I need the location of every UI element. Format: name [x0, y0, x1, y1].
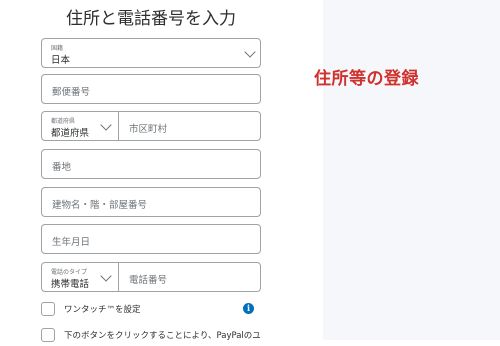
prefecture-select[interactable]: 都道府県 都道府県	[42, 112, 118, 140]
country-select-value: 日本	[51, 55, 71, 66]
phone-number-placeholder: 電話番号	[129, 275, 168, 286]
country-select[interactable]: 国籍 日本	[41, 38, 261, 68]
postal-code-placeholder: 郵便番号	[52, 87, 91, 98]
right-panel	[323, 0, 500, 340]
birthdate-placeholder: 生年月日	[52, 237, 91, 248]
prefecture-select-value: 都道府県	[51, 128, 90, 139]
chevron-down-icon	[100, 270, 112, 282]
city-placeholder: 市区町村	[129, 124, 168, 135]
city-input[interactable]: 市区町村	[119, 112, 260, 140]
street-placeholder: 番地	[52, 162, 72, 173]
phone-type-label: 電話のタイプ	[51, 269, 88, 276]
phone-number-input[interactable]: 電話番号	[119, 263, 260, 291]
birthdate-input[interactable]: 生年月日	[41, 224, 261, 254]
phone-type-select[interactable]: 電話のタイプ 携帯電話	[42, 263, 118, 291]
info-icon[interactable]: i	[243, 303, 254, 314]
postal-code-input[interactable]: 郵便番号	[41, 74, 261, 104]
consent-row: 下のボタンをクリックすることにより、PayPalのユ	[41, 328, 271, 346]
one-touch-checkbox[interactable]	[41, 302, 55, 316]
chevron-down-icon	[244, 46, 256, 58]
building-input[interactable]: 建物名・階・部屋番号	[41, 187, 261, 217]
consent-label: 下のボタンをクリックすることにより、PayPalのユ	[64, 331, 261, 341]
annotation-label: 住所等の登録	[314, 69, 419, 89]
street-input[interactable]: 番地	[41, 149, 261, 179]
phone-group: 電話のタイプ 携帯電話 電話番号	[41, 262, 261, 292]
one-touch-label: ワンタッチ™を設定	[64, 305, 141, 315]
page-title: 住所と電話番号を入力	[66, 9, 236, 29]
phone-type-value: 携帯電話	[51, 279, 90, 290]
prefecture-city-group: 都道府県 都道府県 市区町村	[41, 111, 261, 141]
chevron-down-icon	[100, 119, 112, 131]
country-select-label: 国籍	[51, 45, 64, 52]
prefecture-select-label: 都道府県	[51, 118, 76, 125]
one-touch-row: ワンタッチ™を設定	[41, 302, 271, 320]
building-placeholder: 建物名・階・部屋番号	[52, 200, 148, 211]
